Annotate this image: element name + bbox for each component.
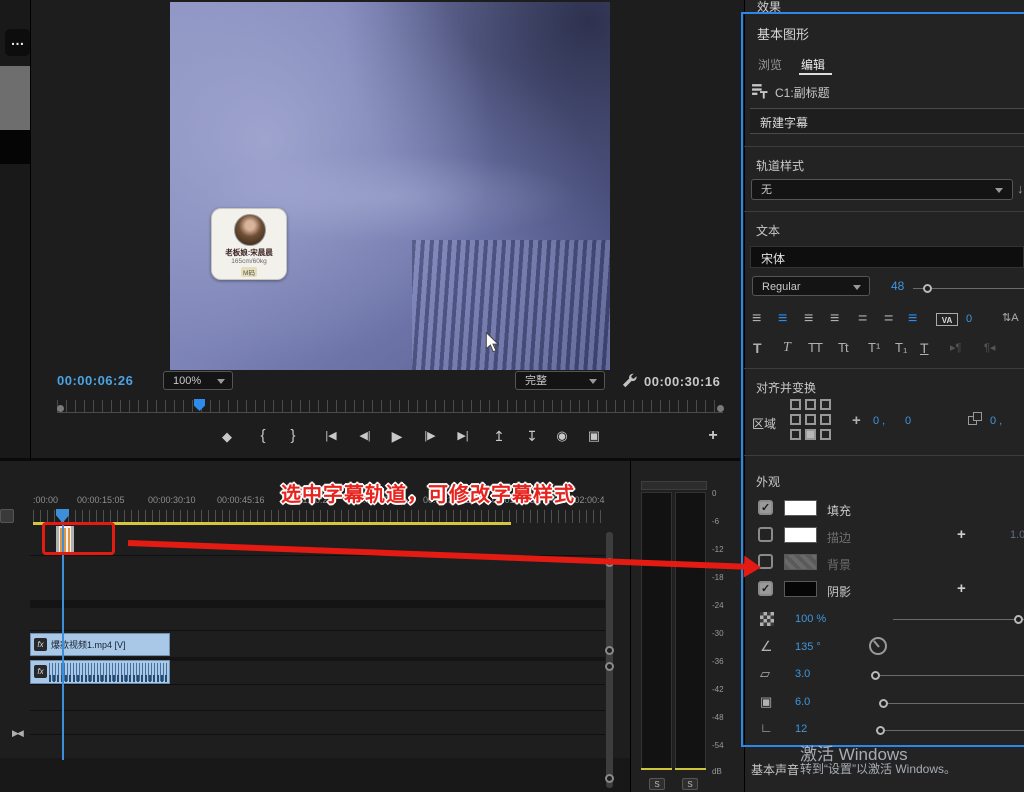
scrubber-left-dot[interactable] (57, 405, 64, 412)
current-timecode[interactable]: 00:00:06:26 (57, 373, 133, 388)
mark-out-button[interactable]: } (286, 427, 300, 444)
go-to-out-button[interactable]: ▶| (452, 429, 474, 442)
ruler-tick-label: 00:00:45:16 (217, 495, 265, 505)
meter-scale-label: -48 (712, 713, 724, 722)
solo-button-right[interactable]: S (682, 778, 698, 790)
annotation-highlight-box (42, 522, 115, 555)
annotation-text: 选中字幕轨道，可修改字幕样式 (281, 478, 575, 507)
project-thumbnail-dark (0, 130, 30, 164)
annotation-arrow-head (744, 556, 762, 579)
timeline-scrollbar[interactable] (606, 532, 613, 788)
track-separator (30, 734, 605, 735)
meter-scale-label: -36 (712, 657, 724, 666)
video-preview (170, 2, 610, 370)
meter-header (641, 481, 707, 490)
meter-scale-label: -6 (712, 517, 719, 526)
video-clip[interactable]: fx 爆款视频1.mp4 [V] (30, 633, 170, 656)
meter-bar-right (675, 492, 706, 770)
profile-stats: 165cm/60kg (212, 258, 286, 265)
export-frame-button[interactable]: ◉ (553, 428, 571, 444)
track-separator (30, 710, 605, 711)
comparison-view-button[interactable]: ▣ (585, 428, 603, 444)
play-button[interactable]: ▶ (388, 428, 406, 445)
pleated-skirt-region (412, 240, 610, 370)
total-timecode: 00:00:30:16 (644, 374, 720, 389)
profile-card-overlay: 老板娘:宋晨晨 165cm/60kg M码 (211, 208, 287, 280)
mouse-cursor (485, 332, 500, 353)
track-handle[interactable] (605, 774, 614, 783)
timeline-playhead-line[interactable] (62, 521, 64, 760)
playback-quality-select[interactable]: 完整 (515, 371, 605, 390)
step-forward-button[interactable]: |▶ (419, 429, 441, 442)
meter-scale-label: -12 (712, 545, 724, 554)
quality-value: 完整 (525, 375, 547, 387)
monitor-add-button[interactable]: + (704, 427, 722, 445)
meter-floor-right (675, 768, 706, 770)
meter-scale-label: dB (712, 767, 722, 776)
meter-floor-left (641, 768, 672, 770)
timeline-left-edge-button[interactable] (0, 509, 14, 523)
ruler-tick-label: 00:00:30:10 (148, 495, 196, 505)
extract-button[interactable]: ↧ (523, 428, 541, 445)
panel-focus-border (741, 12, 1024, 747)
zoom-level-value: 100% (173, 375, 201, 387)
fx-badge: fx (34, 638, 47, 651)
chevron-down-icon (589, 379, 597, 384)
snap-toggle-icon[interactable]: ▶◀ (12, 728, 22, 739)
meter-scale-label: 0 (712, 489, 716, 498)
step-back-button[interactable]: ◀| (354, 429, 376, 442)
premiere-app-window: … 老板娘:宋晨晨 165cm/60kg M码 00:00:06:26 100%… (0, 0, 1024, 792)
fx-badge: fx (34, 665, 47, 678)
meter-bar-left (641, 492, 672, 770)
meter-scale-label: -30 (712, 629, 724, 638)
ruler-tick-label: 00:00:15:05 (77, 495, 125, 505)
timeline-bottom-band (0, 758, 630, 792)
tab-essential-sound[interactable]: 基本声音 (751, 761, 799, 778)
avatar (234, 214, 266, 246)
track-separator (30, 684, 605, 685)
track-separator (30, 600, 605, 608)
track-separator (30, 630, 605, 631)
meter-scale-label: -18 (712, 573, 724, 582)
go-to-in-button[interactable]: |◀ (320, 429, 342, 442)
meter-scale-label: -54 (712, 741, 724, 750)
more-options-button[interactable]: … (5, 29, 30, 56)
profile-name: 老板娘:宋晨晨 (212, 247, 286, 258)
profile-size-badge: M码 (241, 267, 257, 277)
lift-button[interactable]: ↥ (490, 428, 508, 445)
solo-button-left[interactable]: S (649, 778, 665, 790)
wrench-settings-icon[interactable] (621, 372, 638, 389)
project-thumbnail[interactable] (0, 66, 30, 130)
windows-watermark-line2: 转到“设置”以激活 Windows。 (800, 760, 956, 777)
ruler-tick-label: :00:00 (33, 495, 58, 505)
zoom-level-select[interactable]: 100% (163, 371, 233, 390)
scrubber-right-dot[interactable] (717, 405, 724, 412)
meter-scale-label: -42 (712, 685, 724, 694)
track-handle[interactable] (605, 662, 614, 671)
meter-scale-label: -24 (712, 601, 724, 610)
track-handle[interactable] (605, 646, 614, 655)
audio-waveform-lower (49, 675, 167, 682)
chevron-down-icon (217, 379, 225, 384)
audio-clip[interactable]: fx (30, 660, 170, 684)
monitor-scrubber[interactable] (57, 400, 723, 413)
add-marker-button[interactable]: ◆ (218, 429, 236, 445)
mark-in-button[interactable]: { (256, 427, 270, 444)
